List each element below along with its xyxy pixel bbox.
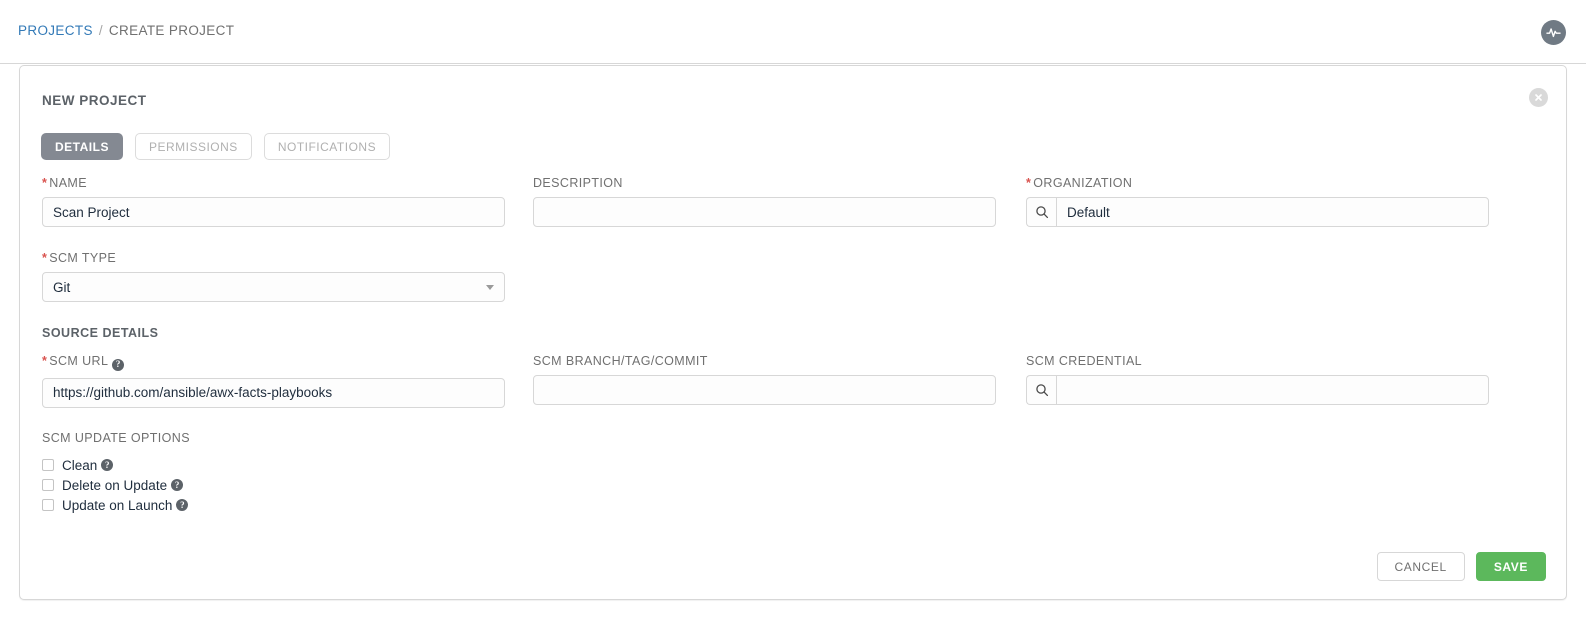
form-row-4: SCM UPDATE OPTIONS Clean ? Delete on Upd… — [42, 429, 1546, 513]
form-row-3: *SCM URL? SCM BRANCH/TAG/COMMIT SCM CRED… — [42, 354, 1546, 429]
field-scm-update-options: SCM UPDATE OPTIONS Clean ? Delete on Upd… — [42, 429, 642, 515]
field-scm-credential-label: SCM CREDENTIAL — [1026, 354, 1143, 368]
required-marker: * — [1026, 176, 1032, 190]
search-icon[interactable] — [1026, 375, 1056, 405]
checkbox-update-on-launch-label: Update on Launch — [62, 497, 173, 513]
field-scm-branch: SCM BRANCH/TAG/COMMIT — [533, 354, 996, 405]
page-title: NEW PROJECT — [42, 93, 147, 108]
scm-credential-lookup — [1026, 375, 1489, 405]
field-scm-url-label: * SCM URL? — [42, 354, 505, 371]
required-marker: * — [42, 176, 48, 190]
top-header-bar: PROJECTS / CREATE PROJECT — [0, 0, 1586, 64]
field-scm-credential: SCM CREDENTIAL — [1026, 354, 1489, 405]
field-organization: * ORGANIZATION — [1026, 176, 1489, 227]
scm-type-select-wrap — [42, 272, 505, 302]
field-scm-url: * SCM URL? — [42, 354, 505, 408]
search-icon[interactable] — [1026, 197, 1056, 227]
checkbox-row-update-on-launch: Update on Launch ? — [42, 495, 642, 515]
tab-details[interactable]: DETAILS — [41, 133, 123, 160]
description-input[interactable] — [533, 197, 996, 227]
panel-footer: CANCEL SAVE — [1376, 552, 1546, 581]
scm-branch-input[interactable] — [533, 375, 996, 405]
help-icon[interactable]: ? — [112, 358, 125, 371]
source-details-heading: SOURCE DETAILS — [42, 326, 159, 340]
panel-tabs: DETAILS PERMISSIONS NOTIFICATIONS — [41, 133, 391, 160]
field-scm-branch-label: SCM BRANCH/TAG/COMMIT — [533, 354, 708, 368]
tab-notifications[interactable]: NOTIFICATIONS — [263, 133, 391, 160]
breadcrumb-separator: / — [98, 23, 103, 38]
scm-update-options-heading: SCM UPDATE OPTIONS — [42, 431, 190, 445]
close-icon[interactable] — [1529, 88, 1548, 107]
project-form: *NAME DESCRIPTION *ORGANIZATION — [42, 176, 1546, 513]
checkbox-delete-on-update[interactable] — [42, 479, 54, 491]
help-icon[interactable]: ? — [101, 459, 114, 471]
form-row-1: *NAME DESCRIPTION *ORGANIZATION — [42, 176, 1546, 251]
scm-url-input[interactable] — [42, 377, 505, 408]
save-button[interactable]: SAVE — [1475, 552, 1546, 581]
breadcrumb: PROJECTS / CREATE PROJECT — [18, 23, 234, 38]
form-row-2: * SCM TYPE — [42, 251, 1546, 326]
organization-lookup — [1026, 197, 1489, 227]
checkbox-row-delete-on-update: Delete on Update ? — [42, 475, 642, 495]
scm-credential-input[interactable] — [1056, 375, 1489, 405]
checkbox-clean-label: Clean — [62, 457, 98, 473]
new-project-panel: NEW PROJECT DETAILS PERMISSIONS NOTIFICA… — [19, 65, 1567, 600]
organization-input[interactable] — [1056, 197, 1489, 227]
checkbox-update-on-launch[interactable] — [42, 499, 54, 511]
field-scm-type-label: * SCM TYPE — [42, 251, 117, 265]
name-input[interactable] — [42, 197, 505, 227]
required-marker: * — [42, 354, 48, 368]
checkbox-delete-on-update-label: Delete on Update — [62, 477, 168, 493]
field-name: * NAME — [42, 176, 505, 227]
activity-stream-icon[interactable] — [1541, 20, 1566, 45]
field-scm-type: * SCM TYPE — [42, 251, 505, 302]
checkbox-clean[interactable] — [42, 459, 54, 471]
cancel-button[interactable]: CANCEL — [1376, 552, 1465, 581]
breadcrumb-link-projects[interactable]: PROJECTS — [18, 23, 93, 38]
checkbox-row-clean: Clean ? — [42, 455, 642, 475]
required-marker: * — [42, 251, 48, 265]
field-name-label: * NAME — [42, 176, 87, 190]
breadcrumb-current: CREATE PROJECT — [108, 23, 235, 38]
help-icon[interactable]: ? — [176, 499, 189, 511]
tab-permissions[interactable]: PERMISSIONS — [134, 133, 252, 160]
form-row-source-heading: SOURCE DETAILS — [42, 326, 1546, 354]
field-description-label: DESCRIPTION — [533, 176, 623, 190]
field-description: DESCRIPTION — [533, 176, 996, 227]
scm-type-select[interactable] — [42, 272, 505, 302]
field-organization-label: * ORGANIZATION — [1026, 176, 1133, 190]
help-icon[interactable]: ? — [171, 479, 184, 491]
